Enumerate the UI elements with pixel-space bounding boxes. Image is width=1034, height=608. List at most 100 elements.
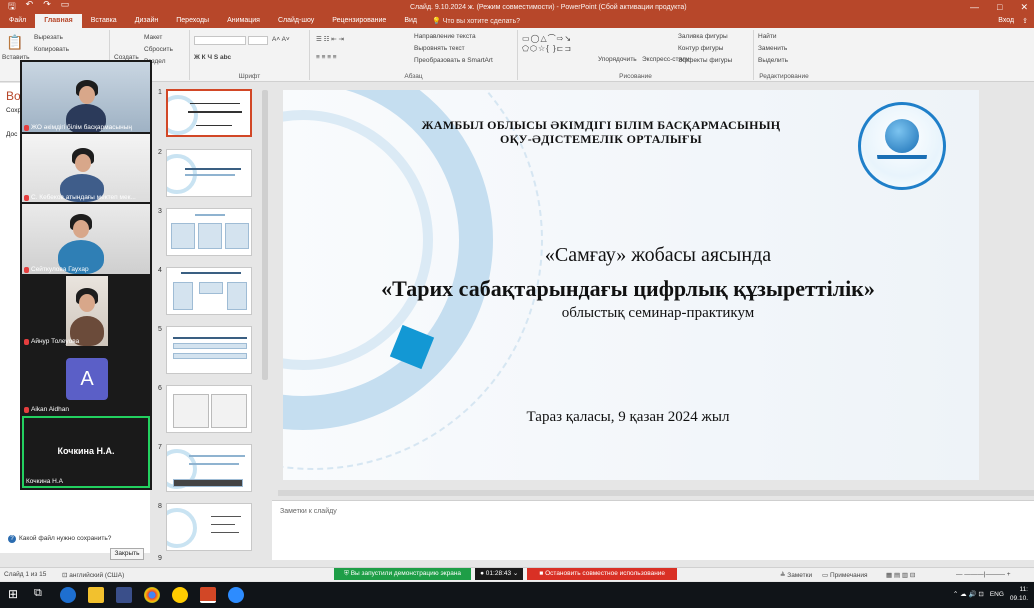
shape-fill-button[interactable]: Заливка фигуры — [678, 33, 728, 40]
list-icons[interactable]: ☰ ☷ ⇤ ⇥ — [316, 35, 344, 43]
tell-me-search[interactable]: 💡 Что вы хотите сделать? — [426, 17, 520, 25]
task-view-icon[interactable]: ⧉ — [34, 587, 50, 603]
paste-icon[interactable]: 📋 — [6, 34, 23, 51]
font-size-select[interactable] — [248, 36, 268, 45]
tab-slideshow[interactable]: Слайд-шоу — [269, 14, 323, 28]
slide-thumbnail[interactable] — [166, 326, 252, 374]
slide-thumbnail-selected[interactable] — [166, 89, 252, 137]
thumbnail-number: 7 — [158, 444, 162, 451]
align-text-button[interactable]: Выровнять текст — [414, 45, 465, 52]
close-button[interactable]: Закрыть — [110, 548, 144, 560]
undo-icon[interactable]: ↶ — [26, 0, 34, 15]
find-button[interactable]: Найти — [758, 33, 777, 40]
convert-smartart-button[interactable]: Преобразовать в SmartArt — [414, 57, 493, 64]
thumb-block — [199, 282, 223, 294]
slide-thumbnail[interactable] — [166, 208, 252, 256]
view-buttons[interactable]: ▦ ▤ ▥ ⊟ — [886, 571, 915, 579]
thumb-block — [173, 343, 247, 349]
thumb-block — [171, 223, 195, 249]
font-format-icons[interactable]: Ж К Ч S abc — [194, 54, 231, 61]
group-paragraph-label: Абзац — [404, 73, 423, 80]
close-window-button[interactable]: ✕ — [1020, 2, 1028, 13]
thumb-block — [198, 223, 222, 249]
slide-thumbnail[interactable] — [166, 149, 252, 197]
text-direction-button[interactable]: Направление текста — [414, 33, 476, 40]
thumbnails-scrollbar[interactable] — [262, 90, 268, 380]
reset-button[interactable]: Сбросить — [144, 46, 173, 53]
participant-name: Сейткулова Гаухар — [31, 266, 89, 273]
group-editing: Найти Заменить Выделить Редактирование — [754, 30, 814, 80]
participant-tile[interactable]: A Aikan Aidhan — [22, 348, 150, 414]
mic-muted-icon — [24, 338, 29, 345]
zoom-icon[interactable] — [228, 587, 244, 603]
slide-thumbnail[interactable] — [166, 503, 252, 551]
language-indicator[interactable]: ⊡ английский (США) — [62, 571, 124, 579]
thumbnail-number: 3 — [158, 208, 162, 215]
tab-insert[interactable]: Вставка — [82, 14, 126, 28]
yandex-browser-icon[interactable] — [172, 587, 188, 603]
comments-toggle[interactable]: ▭ Примечания — [822, 571, 867, 579]
minimize-button[interactable]: — — [970, 2, 979, 13]
participant-display-name: Кочкина Н.А. — [57, 446, 115, 456]
ribbon-home: 📋 Вставить Вырезать Копировать Создать М… — [0, 28, 1034, 82]
notes-pane[interactable]: Заметки к слайду — [272, 500, 1034, 560]
slide-thumbnail[interactable] — [166, 267, 252, 315]
slide-horizontal-scrollbar[interactable] — [278, 490, 1034, 496]
participant-name: Aikan Aidhan — [31, 406, 69, 413]
zoom-slider[interactable]: — ———|——— + — [956, 571, 1011, 578]
shape-outline-button[interactable]: Контур фигуры — [678, 45, 723, 52]
start-slideshow-icon[interactable]: ▭ — [61, 0, 70, 15]
shape-effects-button[interactable]: Эффекты фигуры — [678, 57, 732, 64]
tray-icons[interactable]: ⌃ ☁ 🔊 ⊡ — [953, 590, 984, 598]
tab-file[interactable]: Файл — [0, 14, 35, 28]
participant-tile[interactable]: Айнур Толеуова — [22, 276, 150, 346]
font-name-select[interactable] — [194, 36, 246, 45]
person-face — [79, 294, 95, 312]
font-grow-icon[interactable]: A˄ A˅ — [272, 36, 290, 43]
thumb-text-line — [188, 111, 242, 113]
thumb-decoration — [167, 508, 197, 548]
windows-start-icon[interactable]: ⊞ — [8, 587, 24, 603]
help-link[interactable]: ? Какой файл нужно сохранить? — [8, 535, 111, 543]
app-icon[interactable] — [116, 587, 132, 603]
layout-button[interactable]: Макет — [144, 34, 162, 41]
slide-org-line-2: ОҚУ-ӘДІСТЕМЕЛІК ОРТАЛЫҒЫ — [499, 132, 702, 146]
save-icon[interactable]: 🖫 — [8, 0, 16, 15]
file-explorer-icon[interactable] — [88, 587, 104, 603]
clock[interactable]: 11: 09.10. — [1010, 585, 1028, 603]
tab-design[interactable]: Дизайн — [126, 14, 168, 28]
replace-button[interactable]: Заменить — [758, 45, 787, 52]
tab-animation[interactable]: Анимация — [218, 14, 269, 28]
edge-icon[interactable] — [60, 587, 76, 603]
align-icons[interactable]: ≡ ≡ ≡ ≡ — [316, 54, 337, 61]
stop-sharing-button[interactable]: ■ Остановить совместное использование — [527, 568, 678, 580]
quick-access-toolbar: 🖫 ↶ ↷ ▭ — [0, 0, 69, 15]
select-button[interactable]: Выделить — [758, 57, 788, 64]
powerpoint-icon[interactable] — [200, 587, 216, 603]
share-icon[interactable]: ⇪ — [1022, 17, 1028, 25]
slide-thumbnail[interactable] — [166, 444, 252, 492]
participant-tile[interactable]: С. Кебеков атындағы мектеп мек... — [22, 134, 150, 202]
shapes-gallery[interactable]: ▭◯△⌒⇨↘ ⬠⬡☆{ }⊏⊐ — [522, 33, 572, 53]
participant-tile-active[interactable]: Кочкина Н.А. Кочкина Н.А — [22, 416, 150, 488]
mic-muted-icon — [24, 124, 29, 131]
redo-icon[interactable]: ↷ — [43, 0, 51, 15]
tab-view[interactable]: Вид — [395, 14, 426, 28]
slide-thumbnail[interactable] — [166, 385, 252, 433]
copy-button[interactable]: Копировать — [34, 46, 69, 53]
thumb-block — [227, 282, 247, 310]
sign-in-link[interactable]: Вход — [998, 17, 1014, 25]
arrange-button[interactable]: Упорядочить — [598, 56, 637, 63]
participant-tile[interactable]: Сейткулова Гаухар — [22, 204, 150, 274]
tab-home[interactable]: Главная — [35, 14, 82, 28]
language-indicator-tray[interactable]: ENG — [990, 591, 1004, 598]
cut-button[interactable]: Вырезать — [34, 34, 63, 41]
notes-toggle[interactable]: ≜ Заметки — [780, 571, 812, 579]
chrome-icon[interactable] — [144, 587, 160, 603]
tab-transitions[interactable]: Переходы — [167, 14, 218, 28]
current-slide[interactable]: ЖАМБЫЛ ОБЛЫСЫ ӘКІМДІГІ БІЛІМ БАСҚАРМАСЫН… — [283, 90, 979, 480]
thumb-block — [211, 394, 247, 428]
maximize-button[interactable]: □ — [997, 2, 1002, 13]
tab-review[interactable]: Рецензирование — [323, 14, 395, 28]
participant-tile[interactable]: ЖО әкімдігі білім басқармасының — [22, 62, 150, 132]
